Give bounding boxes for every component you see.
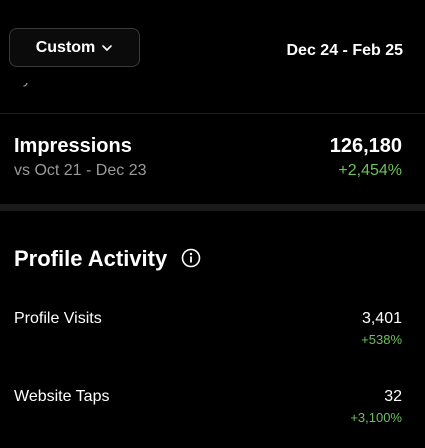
website-taps-label: Website Taps — [14, 388, 110, 405]
chevron-down-icon — [102, 44, 113, 51]
impressions-value: 126,180 — [329, 135, 402, 157]
date-range-dropdown[interactable]: Custom — [9, 28, 140, 67]
info-icon[interactable] — [181, 248, 201, 268]
profile-visits-label: Profile Visits — [14, 310, 102, 327]
divider — [0, 113, 425, 114]
profile-visits-value: 3,401 — [361, 310, 402, 327]
date-range-dropdown-label: Custom — [35, 38, 96, 56]
section-divider — [0, 204, 425, 211]
profile-visits-change: +538% — [361, 332, 402, 347]
website-taps-value: 32 — [384, 388, 402, 405]
website-taps-change: +3,100% — [350, 410, 402, 425]
impressions-title: Impressions — [14, 135, 132, 157]
profile-activity-title: Profile Activity — [14, 246, 168, 271]
selected-date-range: Dec 24 - Feb 25 — [286, 42, 404, 59]
impressions-comparison: vs Oct 21 - Dec 23 — [14, 162, 147, 179]
impressions-change: +2,454% — [338, 162, 402, 179]
top-bar: Custom Dec 24 - Feb 25 — [0, 0, 425, 83]
